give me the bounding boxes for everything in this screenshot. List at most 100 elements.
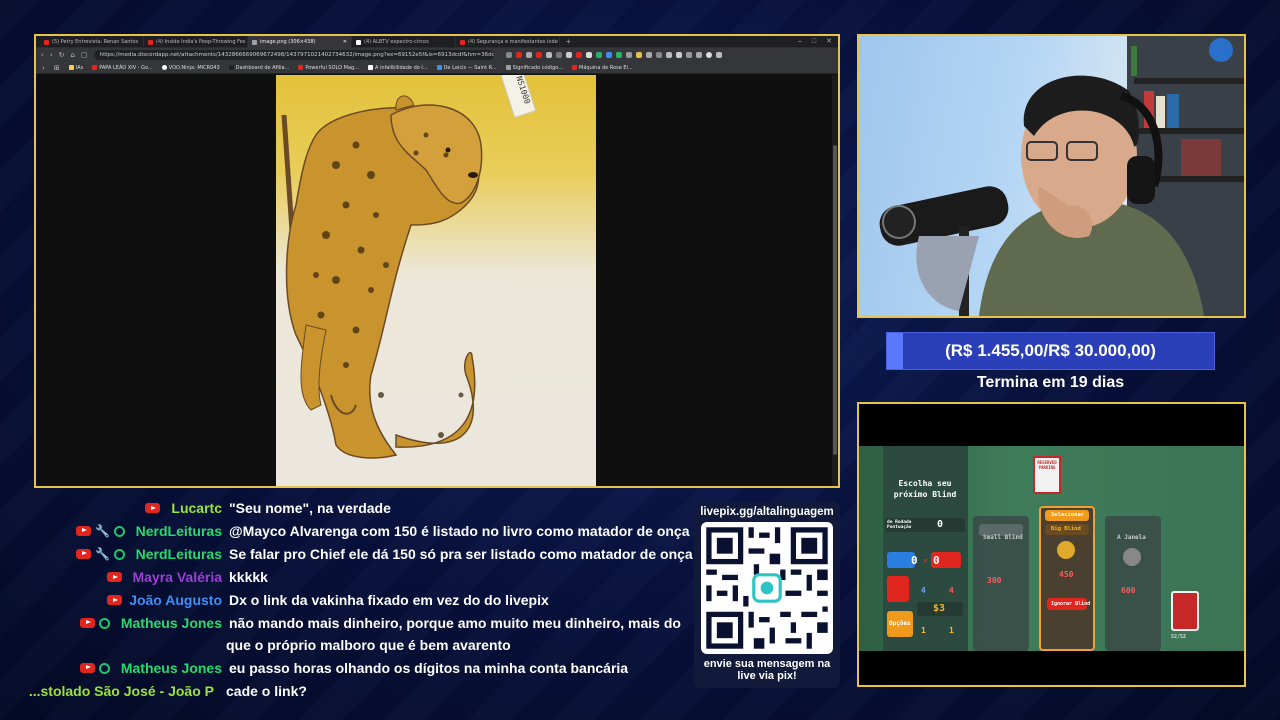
close-window-icon[interactable]: ✕ [826, 36, 832, 47]
close-tab-icon[interactable]: ✕ [343, 39, 347, 45]
bookmark-item[interactable]: Dashboard de Afilia... [228, 65, 289, 71]
bookmark-item[interactable]: IAs [68, 64, 84, 71]
coin-icon [99, 617, 110, 629]
chat-text: @Mayco Alvarenga com 150 é listado no li… [229, 523, 690, 539]
extension-icon[interactable] [645, 52, 652, 58]
webcam-feed [857, 34, 1246, 318]
address-toolbar: ‹ › ↻ ⌂ ▢ https://media.discordapp.net/a… [36, 48, 838, 62]
goal-amount: (R$ 1.455,00/R$ 30.000,00) [945, 341, 1156, 360]
extension-icon[interactable] [675, 52, 682, 58]
chat-username: Matheus Jones [120, 615, 222, 631]
extension-icon[interactable] [575, 52, 582, 58]
profile-icon[interactable] [705, 52, 712, 58]
bookmark-icon[interactable]: ▢ [81, 51, 88, 59]
select-label: Selecionar [1051, 512, 1085, 518]
qr-code[interactable] [701, 522, 833, 654]
apps-grid-icon[interactable]: ⊞ [54, 64, 60, 72]
bookmark-item[interactable]: Powerful SOLO Mag... [298, 65, 359, 71]
new-tab-icon[interactable]: + [560, 36, 577, 47]
address-bar[interactable]: https://media.discordapp.net/attachments… [93, 50, 494, 60]
coin-icon [114, 525, 125, 537]
maximize-icon[interactable]: □ [812, 36, 816, 47]
extension-icon[interactable] [525, 52, 532, 58]
extension-icon[interactable] [505, 52, 512, 58]
chat-message-continuation: que o próprio malboro que é bem avarento [226, 637, 511, 653]
bookmark-label: Máquina de Rose El... [579, 64, 633, 71]
extension-icon[interactable] [665, 52, 672, 58]
browser-tab[interactable]: (5) Petry Entrevista: Renan Santos [40, 36, 144, 48]
browser-tab[interactable]: (4) Segurança e manifestantes inde [456, 36, 560, 48]
boss-blind-score: 600 [1121, 586, 1136, 595]
extension-icons [505, 52, 722, 58]
scrollbar-thumb[interactable] [833, 145, 837, 455]
bookmark-item[interactable]: VOO.Ninja: MICR043 [161, 64, 220, 71]
browser-tab[interactable]: (4) Inside India's Poop-Throwing Fes [144, 36, 248, 48]
extension-icon[interactable] [685, 52, 692, 58]
bookmark-nav-icon[interactable]: ‹ [42, 64, 45, 72]
bookmark-item[interactable]: Máquina de Rose El... [572, 65, 633, 71]
bookmark-label: A infalibilidade do l... [375, 64, 428, 71]
tab-favicon-icon [44, 39, 49, 45]
livepix-cta: envie sua mensagem na live via pix! [703, 658, 831, 682]
bookmark-label: VOO.Ninja: MICR043 [168, 64, 220, 71]
chat-username: Matheus Jones [120, 660, 222, 676]
extension-icon[interactable] [595, 52, 602, 58]
small-blind-score: 300 [987, 576, 1002, 585]
browser-tab-active[interactable]: image.png (306×438) ✕ [248, 36, 352, 48]
chat-badges [0, 595, 122, 605]
extension-icon[interactable] [535, 52, 542, 58]
chat-username: João Augusto [129, 592, 222, 608]
site-icon [368, 65, 373, 70]
bookmark-item[interactable]: De Laicis — Saint R... [436, 65, 497, 71]
extension-icon[interactable] [555, 52, 562, 58]
back-icon[interactable]: ‹ [41, 51, 44, 59]
extension-icon[interactable] [515, 52, 522, 58]
qr-code-icon [706, 527, 828, 649]
big-blind-label: Big Blind [1051, 526, 1081, 532]
hands-count: 4 [921, 586, 926, 595]
scrollbar[interactable] [832, 75, 838, 486]
wrench-icon: 🔧 [95, 523, 110, 538]
chat-badges: 🔧 [0, 523, 125, 538]
youtube-icon [107, 595, 122, 605]
bookmarks-bar: ‹ ⊞ IAs PAPA LEÃO XIV - Go... VOO.Ninja:… [36, 62, 838, 74]
extension-icon[interactable] [605, 52, 612, 58]
jaguar-drawing: NS1000 [281, 75, 537, 459]
bookmark-item[interactable]: A infalibilidade do l... [368, 65, 428, 71]
bookmark-label: Significado código... [512, 64, 564, 71]
tab-label: (4) ALBTV expectro-circos [364, 39, 429, 45]
livepix-panel: livepix.gg/altalinguagem envie sua mensa… [694, 502, 840, 688]
extension-icon[interactable] [625, 52, 632, 58]
forward-icon[interactable]: › [50, 51, 53, 59]
reload-icon[interactable]: ↻ [59, 51, 65, 59]
bookmark-item[interactable]: PAPA LEÃO XIV - Go... [92, 65, 153, 71]
home-icon[interactable]: ⌂ [71, 51, 75, 59]
site-icon [161, 65, 167, 70]
extension-icon[interactable] [635, 52, 642, 58]
bookmark-item[interactable]: Significado código... [505, 64, 564, 71]
chat-username: stolado São José - João P... [28, 683, 214, 699]
browser-tab[interactable]: (4) ALBTV expectro-circos [352, 36, 456, 48]
extension-icon[interactable] [545, 52, 552, 58]
extension-icon[interactable] [615, 52, 622, 58]
chat-badges [0, 503, 160, 513]
chat-message: Mayra Valéria kkkkk [0, 569, 268, 585]
extension-icon[interactable] [695, 52, 702, 58]
run-info-button[interactable] [887, 576, 909, 602]
menu-icon[interactable] [715, 52, 722, 58]
tab-favicon-icon [148, 39, 153, 45]
extension-icon[interactable] [565, 52, 572, 58]
bookmark-label: IAs [75, 64, 84, 71]
youtube-icon [76, 525, 92, 536]
tab-label: image.png (306×438) [260, 39, 316, 45]
deck-card-icon[interactable] [1171, 591, 1199, 631]
tab-favicon-icon [460, 39, 465, 45]
deck-count: 52/52 [1171, 634, 1187, 640]
balatro-game-screen: Escolha seu próximo Blind de Rodada Pont… [859, 446, 1244, 651]
game-capture: Escolha seu próximo Blind de Rodada Pont… [857, 402, 1246, 687]
extension-icon[interactable] [655, 52, 662, 58]
tab-label: (5) Petry Entrevista: Renan Santos [52, 39, 139, 45]
extension-icon[interactable] [585, 52, 592, 58]
livepix-url[interactable]: livepix.gg/altalinguagem [694, 506, 840, 518]
minimize-icon[interactable]: – [798, 36, 802, 47]
